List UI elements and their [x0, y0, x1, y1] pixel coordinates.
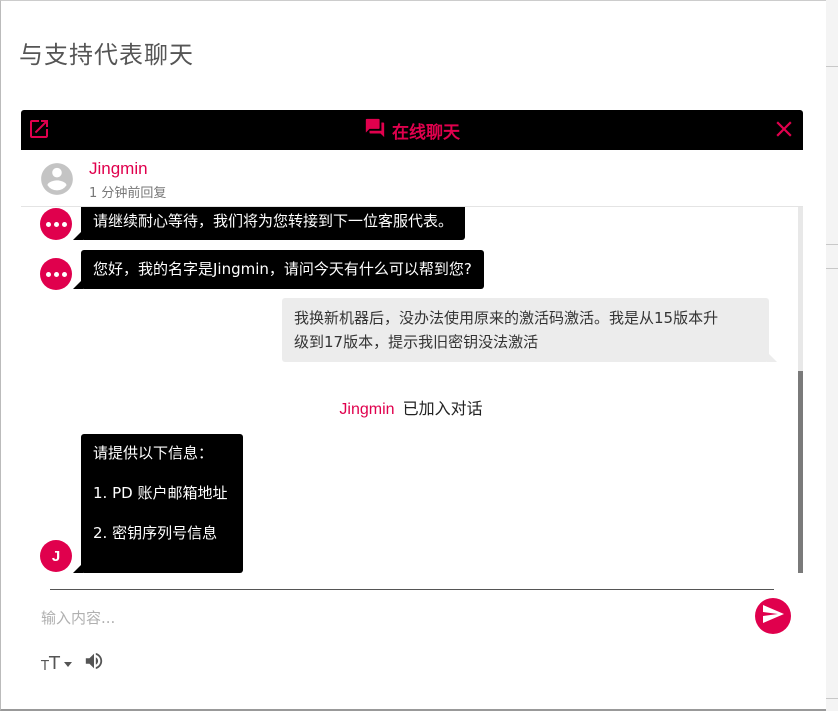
system-message: Jingmin 已加入对话 [21, 395, 801, 419]
scrollbar-thumb[interactable] [798, 371, 803, 573]
background-page-edge [826, 0, 838, 711]
forum-icon [364, 117, 386, 143]
chat-header: 在线聊天 [21, 110, 803, 150]
volume-icon[interactable] [83, 651, 105, 671]
message-scrollbar[interactable] [798, 207, 803, 573]
typing-avatar-icon [40, 258, 72, 290]
system-text: 已加入对话 [402, 399, 483, 418]
message-text-line: 请提供以下信息： [93, 444, 214, 462]
agent-message-bubble: 请提供以下信息： 1. PD 账户邮箱地址 2. 密钥序列号信息 [73, 434, 243, 573]
agent-message-bubble: 请继续耐心等待，我们将为您转接到下一位客服代表。 [72, 207, 466, 240]
agent-info-bar: Jingmin 1 分钟前回复 [21, 151, 803, 207]
typing-avatar-icon [40, 208, 72, 240]
chat-header-title: 在线聊天 [21, 110, 803, 150]
modal-title: 与支持代表聊天 [19, 41, 194, 69]
font-size-button[interactable]: T T [41, 651, 72, 673]
font-size-big-label: T [48, 653, 60, 674]
message-text: 请继续耐心等待，我们将为您转接到下一位客服代表。 [93, 212, 454, 230]
message-text: 您好，我的名字是Jingmin，请问今天有什么可以帮到您? [93, 260, 472, 278]
chat-header-label: 在线聊天 [392, 122, 460, 143]
system-agent-name: Jingmin [339, 401, 395, 418]
agent-name: Jingmin [89, 159, 148, 178]
message-text-line: 2. 密钥序列号信息 [93, 524, 218, 542]
send-button[interactable] [755, 598, 791, 634]
close-icon[interactable] [771, 116, 797, 142]
agent-status: 1 分钟前回复 [89, 186, 167, 201]
message-input[interactable] [41, 604, 741, 632]
caret-down-icon [63, 662, 72, 667]
send-icon [761, 602, 785, 630]
chat-modal: 与支持代表聊天 在线聊天 Jingmin 1 分钟前回复 请继续耐心等待，我们将… [0, 0, 826, 711]
composer-divider [50, 589, 774, 590]
user-message-bubble: 我换新机器后，没办法使用原来的激活码激活。我是从15版本升 级到17版本，提示我… [282, 298, 777, 362]
agent-avatar: J [40, 540, 72, 572]
message-list[interactable]: 请继续耐心等待，我们将为您转接到下一位客服代表。 您好，我的名字是Jingmin… [21, 207, 801, 573]
font-size-small-label: T [41, 659, 49, 674]
message-text-line: 我换新机器后，没办法使用原来的激活码激活。我是从15版本升 [294, 309, 719, 327]
user-avatar-icon [38, 160, 76, 198]
agent-message-bubble: 您好，我的名字是Jingmin，请问今天有什么可以帮到您? [73, 250, 484, 289]
message-text-line: 级到17版本，提示我旧密钥没法激活 [294, 333, 539, 351]
message-text-line: 1. PD 账户邮箱地址 [93, 484, 228, 502]
